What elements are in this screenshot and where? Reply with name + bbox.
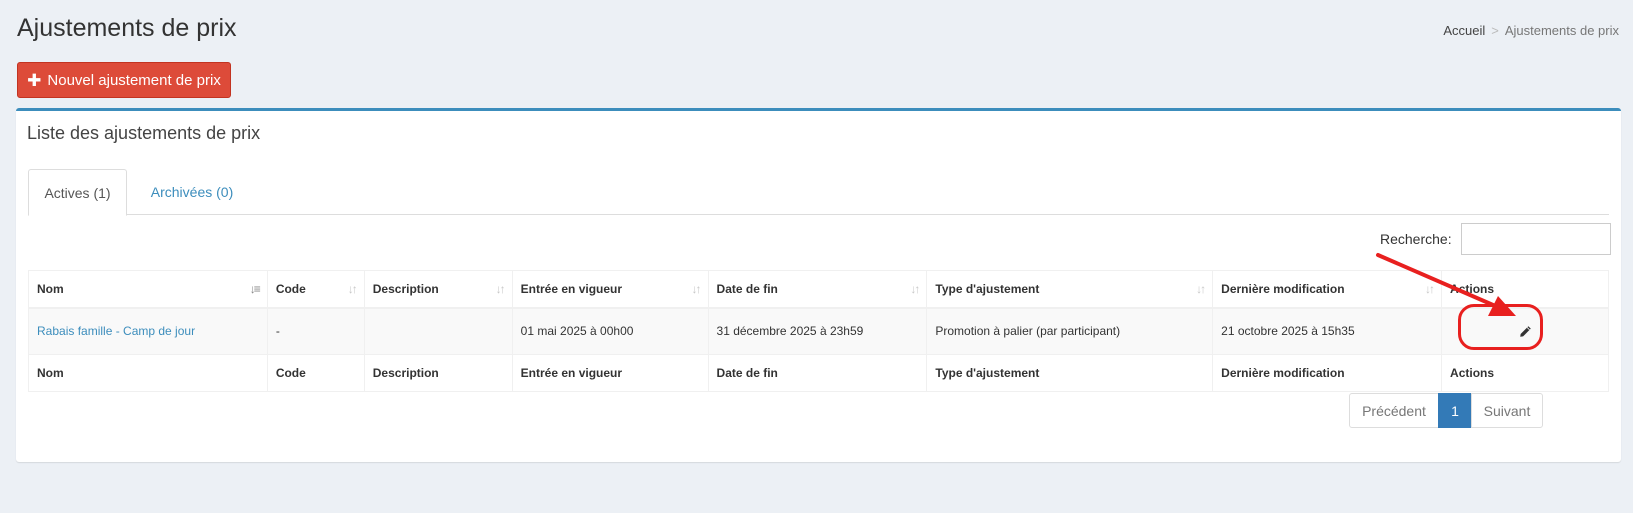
sort-icon: ↓↑ [347, 282, 358, 296]
breadcrumb-separator: > [1491, 23, 1499, 38]
pagination-page-1[interactable]: 1 [1438, 393, 1472, 428]
sort-icon: ↓≡ [249, 282, 261, 296]
box-title: Liste des ajustements de prix [27, 123, 261, 143]
footer-entree: Entrée en vigueur [511, 354, 709, 392]
footer-modification: Dernière modification [1212, 354, 1443, 392]
cell-fin: 31 décembre 2025 à 23h59 [707, 307, 928, 355]
new-price-adjustment-button[interactable]: ✚ Nouvel ajustement de prix [17, 62, 231, 98]
column-header-code[interactable]: Code ↓↑ [266, 270, 365, 308]
cell-entree: 01 mai 2025 à 00h00 [511, 307, 709, 355]
column-header-nom[interactable]: Nom ↓≡ [28, 270, 268, 308]
table-header-row: Nom ↓≡ Code ↓↑ Description ↓↑ Entrée en vig… [28, 270, 1609, 308]
adjustments-box: Liste des ajustements de prix Actives (1… [16, 108, 1621, 462]
column-header-type[interactable]: Type d'ajustement ↓↑ [926, 270, 1214, 308]
footer-nom: Nom [28, 354, 268, 392]
sort-icon: ↓↑ [495, 282, 506, 296]
column-header-actions: Actions [1441, 270, 1609, 308]
tab-actives[interactable]: Actives (1) [28, 169, 127, 216]
new-button-label: Nouvel ajustement de prix [47, 71, 221, 89]
search-input[interactable] [1461, 223, 1611, 255]
column-header-entree[interactable]: Entrée en vigueur ↓↑ [511, 270, 709, 308]
footer-code: Code [266, 354, 365, 392]
cell-description [363, 307, 513, 355]
cell-actions [1441, 307, 1609, 355]
tabs: Actives (1) Archivées (0) [28, 169, 1609, 216]
adjustment-name-link[interactable]: Rabais famille - Camp de jour [37, 324, 195, 338]
tab-archivees[interactable]: Archivées (0) [127, 169, 257, 215]
breadcrumb-current: Ajustements de prix [1504, 23, 1619, 38]
table-row: Rabais famille - Camp de jour - 01 mai 2… [28, 307, 1609, 355]
pencil-icon[interactable] [1514, 320, 1536, 342]
column-header-modification[interactable]: Dernière modification ↓↑ [1212, 270, 1443, 308]
pagination: Précédent 1 Suivant [1349, 393, 1543, 428]
sort-icon: ↓↑ [910, 282, 920, 296]
footer-actions: Actions [1441, 354, 1609, 392]
cell-type: Promotion à palier (par participant) [926, 307, 1214, 355]
sort-icon: ↓↑ [1196, 282, 1206, 296]
cell-modification: 21 octobre 2025 à 15h35 [1212, 307, 1443, 355]
search-label: Recherche: [1380, 231, 1452, 247]
sort-icon: ↓↑ [1425, 282, 1435, 296]
breadcrumb-home[interactable]: Accueil [1443, 23, 1485, 38]
cell-code: - [266, 307, 365, 355]
table-footer-row: Nom Code Description Entrée en vigueur D… [28, 354, 1609, 392]
footer-fin: Date de fin [707, 354, 928, 392]
column-header-fin[interactable]: Date de fin ↓↑ [707, 270, 928, 308]
adjustments-table: Nom ↓≡ Code ↓↑ Description ↓↑ Entrée en vig… [28, 270, 1609, 392]
footer-description: Description [363, 354, 513, 392]
footer-type: Type d'ajustement [926, 354, 1214, 392]
pagination-next[interactable]: Suivant [1471, 393, 1543, 428]
breadcrumb: Accueil > Ajustements de prix [1443, 23, 1619, 38]
plus-icon: ✚ [27, 70, 42, 90]
sort-icon: ↓↑ [691, 282, 702, 296]
column-header-description[interactable]: Description ↓↑ [363, 270, 513, 308]
pagination-previous[interactable]: Précédent [1349, 393, 1439, 428]
page-title: Ajustements de prix [17, 14, 237, 42]
